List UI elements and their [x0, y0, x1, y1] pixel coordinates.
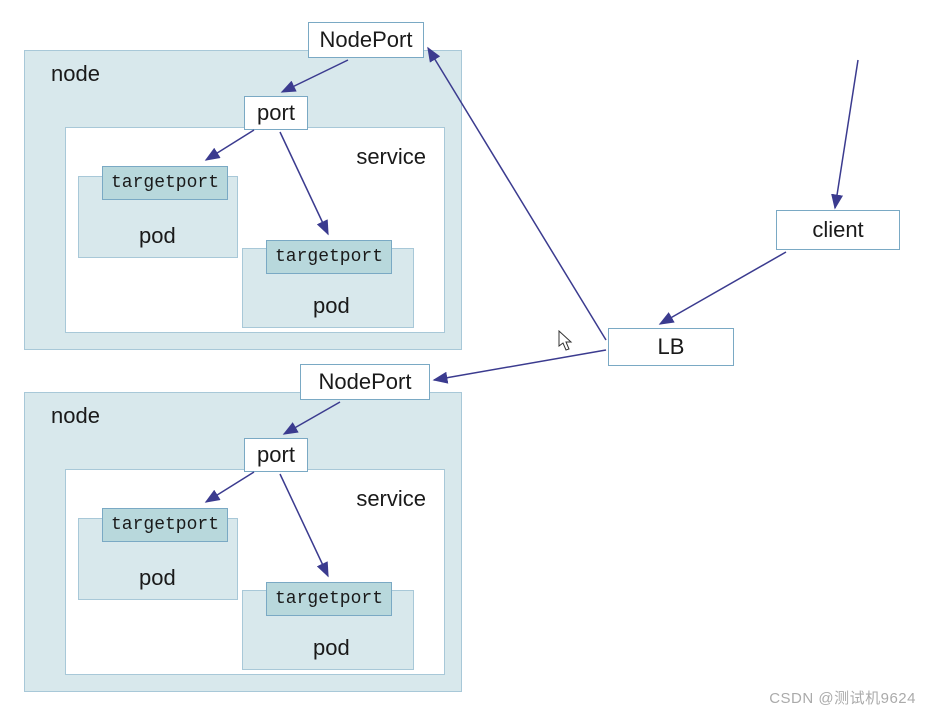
- port-2-box: port: [244, 438, 308, 472]
- nodeport-1-label: NodePort: [320, 27, 413, 53]
- node-2-box: node service pod targetport pod targetpo…: [24, 392, 462, 692]
- targetport-2-1-box: targetport: [102, 508, 228, 542]
- watermark: CSDN @测试机9624: [769, 687, 916, 708]
- pod-1-1-label: pod: [139, 223, 176, 249]
- lb-label: LB: [658, 334, 685, 360]
- node-1-label: node: [51, 61, 100, 87]
- service-1-label: service: [356, 144, 426, 170]
- service-2-label: service: [356, 486, 426, 512]
- lb-box: LB: [608, 328, 734, 366]
- nodeport-2-label: NodePort: [319, 369, 412, 395]
- service-2-box: service pod targetport pod targetport: [65, 469, 445, 675]
- targetport-2-2-box: targetport: [266, 582, 392, 616]
- client-label: client: [812, 217, 863, 243]
- port-2-label: port: [257, 442, 295, 468]
- node-1-box: node service pod targetport pod targetpo…: [24, 50, 462, 350]
- service-1-box: service pod targetport pod targetport: [65, 127, 445, 333]
- mouse-cursor-icon: [558, 330, 574, 352]
- pod-1-2-label: pod: [313, 293, 350, 319]
- pod-2-2-label: pod: [313, 635, 350, 661]
- node-2-label: node: [51, 403, 100, 429]
- targetport-1-2-label: targetport: [275, 247, 383, 267]
- port-1-box: port: [244, 96, 308, 130]
- pod-2-1-label: pod: [139, 565, 176, 591]
- targetport-1-1-box: targetport: [102, 166, 228, 200]
- port-1-label: port: [257, 100, 295, 126]
- targetport-1-1-label: targetport: [111, 173, 219, 193]
- targetport-1-2-box: targetport: [266, 240, 392, 274]
- client-box: client: [776, 210, 900, 250]
- targetport-2-1-label: targetport: [111, 515, 219, 535]
- targetport-2-2-label: targetport: [275, 589, 383, 609]
- nodeport-2-box: NodePort: [300, 364, 430, 400]
- nodeport-1-box: NodePort: [308, 22, 424, 58]
